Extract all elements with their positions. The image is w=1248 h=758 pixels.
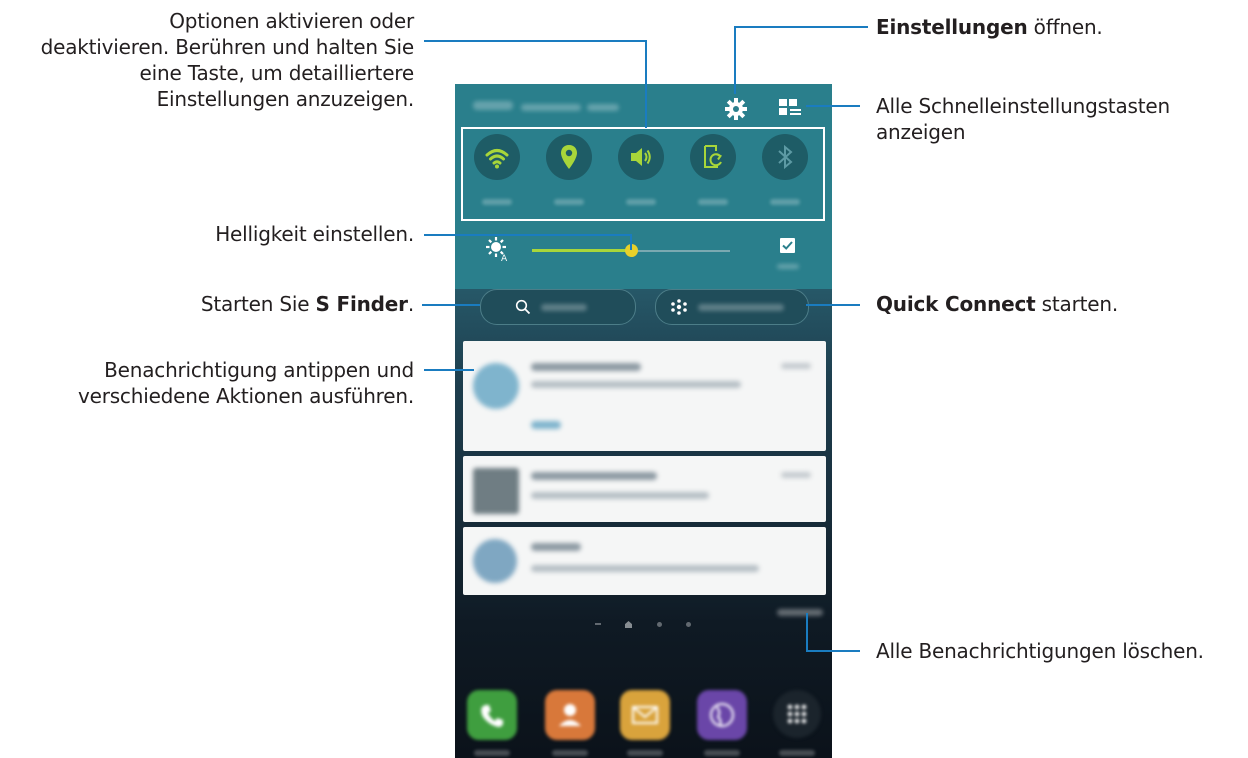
callout-line-clear-all-horizontal: [806, 650, 860, 652]
app-grid-icon: [787, 704, 807, 724]
internet-app-icon[interactable]: [697, 690, 747, 740]
annotation-bold: S Finder: [315, 292, 408, 316]
annotation-text: starten.: [1035, 292, 1119, 316]
apps-button[interactable]: [773, 690, 821, 738]
brightness-bar: A: [455, 224, 832, 279]
annotation-quick-connect: Quick Connect starten.: [876, 291, 1246, 317]
s-finder-button[interactable]: [480, 289, 636, 325]
auto-brightness-checkbox[interactable]: [780, 238, 795, 253]
envelope-icon: [632, 706, 658, 724]
annotation-line: Alle Schnelleinstellungstasten: [876, 94, 1170, 118]
notification-card[interactable]: [463, 341, 826, 451]
settings-gear-button[interactable]: [723, 96, 749, 122]
phone-app-icon[interactable]: [467, 690, 517, 740]
annotation-line: Helligkeit einstellen.: [215, 222, 414, 246]
annotation-notification: Benachrichtigung antippen und verschiede…: [2, 357, 414, 409]
callout-line-clear-all: [806, 613, 808, 651]
annotation-settings: Einstellungen öffnen.: [876, 14, 1246, 40]
callout-line-toggles: [424, 40, 647, 42]
notification-card[interactable]: [463, 456, 826, 522]
annotation-line: Optionen aktivieren oder: [169, 9, 414, 33]
annotation-all-quick-settings: Alle Schnelleinstellungstasten anzeigen: [876, 93, 1246, 145]
annotation-line: Einstellungen anzuzeigen.: [156, 87, 415, 111]
annotation-line: anzeigen: [876, 120, 966, 144]
annotation-line: Alle Benachrichtigungen löschen.: [876, 639, 1204, 663]
annotation-line: deaktivieren. Berühren und halten Sie: [40, 35, 415, 59]
callout-line-brightness-drop: [630, 234, 632, 250]
annotation-text: Starten Sie: [200, 292, 316, 316]
brightness-track-filled: [532, 249, 631, 252]
callout-line-settings: [734, 26, 868, 28]
page-indicator: [593, 620, 693, 630]
svg-text:A: A: [501, 254, 508, 262]
annotation-toggles: Optionen aktivieren oder deaktivieren. B…: [2, 8, 415, 112]
auto-brightness-icon: A: [486, 237, 508, 262]
annotation-clear-all: Alle Benachrichtigungen löschen.: [876, 638, 1246, 664]
annotation-bold: Einstellungen: [876, 15, 1028, 39]
annotation-brightness: Helligkeit einstellen.: [2, 221, 414, 247]
all-quick-settings-button[interactable]: [778, 97, 802, 119]
messages-app-icon[interactable]: [620, 690, 670, 740]
gear-icon: [725, 98, 747, 120]
callout-line-settings-drop: [734, 26, 736, 94]
contact-person-icon: [559, 704, 581, 726]
quick-connect-button[interactable]: [655, 289, 809, 325]
annotation-line: Benachrichtigung antippen und: [104, 358, 414, 382]
phone-icon: [481, 705, 503, 727]
callout-line-quick-connect: [806, 304, 860, 306]
search-icon: [515, 299, 531, 315]
toggles-highlight-box: [461, 127, 825, 221]
globe-icon: [710, 703, 734, 727]
quick-connect-icon: [671, 299, 687, 315]
annotation-text: .: [407, 292, 414, 316]
annotation-text: öffnen.: [1027, 15, 1103, 39]
callout-line-sfinder: [422, 304, 480, 306]
callout-line-toggles-drop: [645, 40, 647, 128]
clear-all-button[interactable]: [777, 608, 823, 618]
annotation-bold: Quick Connect: [876, 292, 1036, 316]
notification-card[interactable]: [463, 527, 826, 595]
checkmark-icon: [782, 241, 793, 250]
annotation-sfinder: Starten Sie S Finder.: [2, 291, 414, 317]
contacts-app-icon[interactable]: [545, 690, 595, 740]
annotation-line: verschiedene Aktionen ausführen.: [77, 384, 414, 408]
callout-line-notification: [424, 369, 474, 371]
callout-line-brightness: [424, 234, 632, 236]
grid-edit-icon: [779, 99, 801, 115]
status-bar: [455, 84, 832, 124]
callout-line-quick-settings: [806, 105, 860, 107]
annotation-line: eine Taste, um detailliertere: [139, 61, 415, 85]
